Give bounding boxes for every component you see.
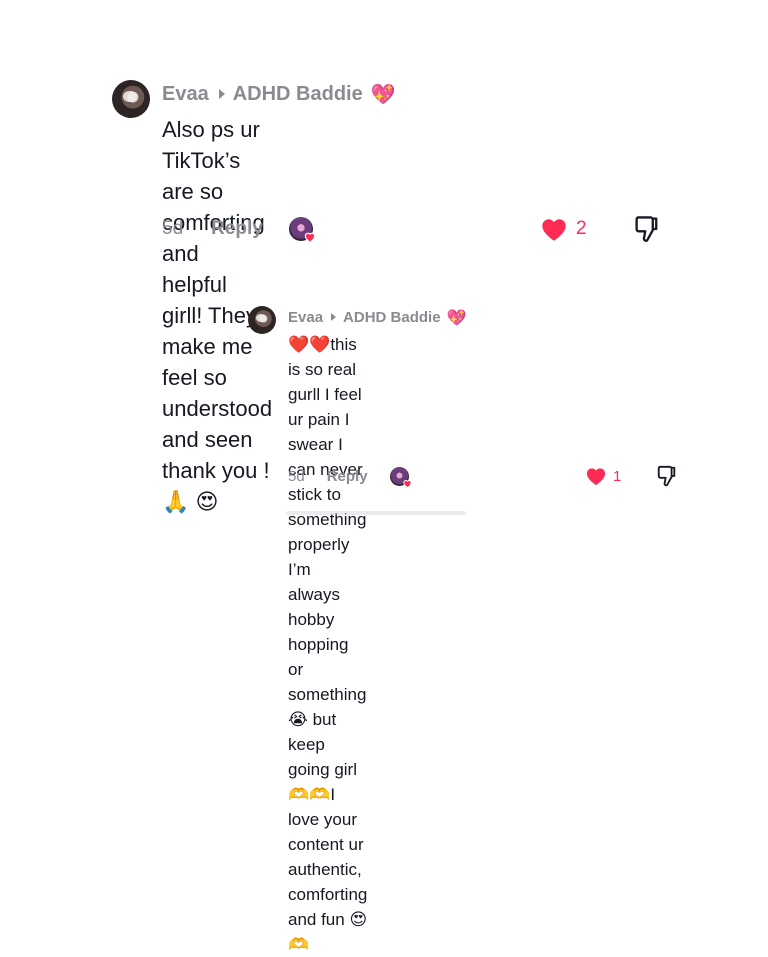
comment-meta: 5d Reply [162,216,316,243]
comment-line: keep going girl 🫶🫶I love your content ur [288,735,364,854]
comment-line: ❤️❤️this is so real gurll I feel ur pain… [288,335,362,454]
comment-line: Also ps ur TikTok’s are so comforting an… [162,117,265,266]
reply-to-name[interactable]: ADHD Baddie [233,83,363,106]
like-button[interactable]: 1 [585,465,621,487]
reply-button[interactable]: Reply [327,468,368,485]
cut-off-content [286,505,466,515]
caret-right-icon [218,89,225,99]
comment-header: Evaa ADHD Baddie 💖 [288,307,466,327]
comment-age: 5d [162,218,184,239]
creator-liked-avatar [389,466,412,488]
comment-line: helpful girll! They make me feel so unde… [162,272,273,421]
heart-filled-icon[interactable] [585,466,607,486]
heart-emoji: 💖 [446,307,467,327]
thumbs-down-icon[interactable] [633,214,661,244]
like-button[interactable]: 2 [540,216,587,242]
thumbs-down-icon[interactable] [656,464,678,488]
like-count: 1 [613,467,622,485]
comment-line: authentic, comforting and fun 😍🫶 [288,860,368,954]
comment-header: Evaa ADHD Baddie 💖 [162,82,396,106]
commenter-avatar[interactable] [112,80,150,118]
caret-right-icon [331,313,337,321]
commenter-avatar[interactable] [248,306,276,334]
reply-button[interactable]: Reply [211,218,263,240]
comment-age: 5d [288,467,305,485]
author-name[interactable]: Evaa [162,83,209,106]
comment-text: ❤️❤️this is so real gurll I feel ur pain… [288,332,367,957]
heart-icon [304,232,316,243]
heart-icon [402,479,412,488]
comment-line: always hobby hopping or something 😭 but [288,585,367,729]
author-name[interactable]: Evaa [288,309,323,326]
heart-emoji: 💖 [370,82,396,106]
comment-line: and seen thank you !🙏 😍 [162,427,270,514]
like-count: 2 [576,218,587,239]
comment-meta: 5d Reply [288,465,412,488]
reply-to-name[interactable]: ADHD Baddie [343,309,441,326]
creator-liked-avatar [288,217,316,243]
heart-filled-icon[interactable] [540,216,568,242]
